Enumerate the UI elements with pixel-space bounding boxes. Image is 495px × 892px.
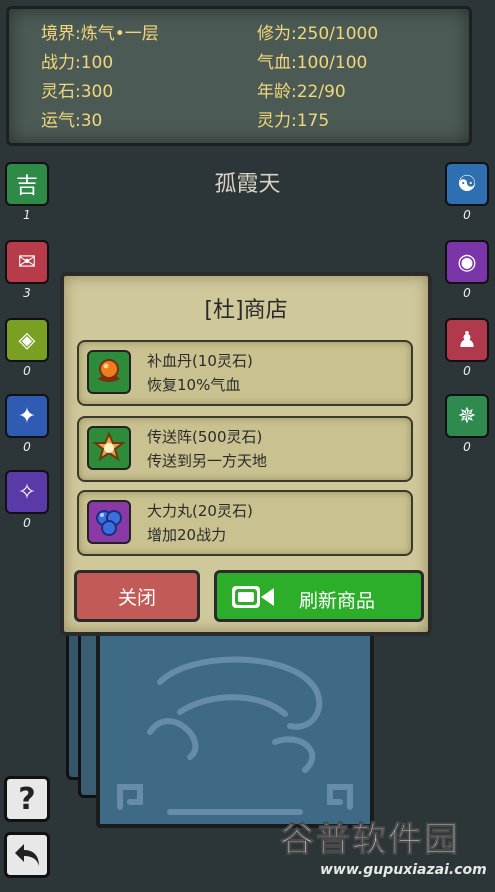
item-desc: 传送到另一方天地 [147, 452, 268, 470]
shop-title: [杜]商店 [204, 298, 288, 323]
beast-purple-count: 0 [23, 516, 31, 530]
beast-purple-icon[interactable]: ✧ [5, 470, 49, 514]
scroll-count: 3 [23, 286, 31, 300]
close-button[interactable]: 关闭 [74, 570, 200, 622]
stat-spirit: 灵力:175 [257, 111, 330, 131]
watermark-title: 谷普软件园 [280, 820, 460, 861]
side-item-orb[interactable]: ◉ 0 [444, 240, 490, 302]
watermark-url: www.gupuxiazai.com [320, 862, 487, 878]
side-item-array[interactable]: ✵ 0 [444, 394, 490, 456]
scroll-icon[interactable]: ✉ [5, 240, 49, 284]
side-item-fortune[interactable]: 吉 1 [4, 162, 50, 224]
side-item-bag[interactable]: ◈ 0 [4, 318, 50, 380]
stat-cultivation: 修为:250/1000 [257, 24, 379, 44]
side-item-cloak[interactable]: ♟ 0 [444, 318, 490, 380]
item-desc: 恢复10%气血 [147, 376, 241, 394]
stat-stones: 灵石:300 [41, 82, 114, 102]
shop-item-strength-pill[interactable]: 大力丸(20灵石) 增加20战力 [77, 490, 413, 556]
stats-panel: 境界:炼气•一层 修为:250/1000 战力:100 气血:100/100 灵… [6, 6, 472, 146]
shop-item-teleport[interactable]: 传送阵(500灵石) 传送到另一方天地 [77, 416, 413, 482]
bag-count: 0 [23, 364, 31, 378]
cloak-icon[interactable]: ♟ [445, 318, 489, 362]
stat-age: 年龄:22/90 [257, 82, 346, 102]
side-item-taiji[interactable]: ☯ 0 [444, 162, 490, 224]
teleport-icon [87, 426, 131, 470]
array-count: 0 [463, 440, 471, 454]
stat-luck: 运气:30 [41, 111, 103, 131]
video-camera-icon [232, 586, 274, 608]
taiji-icon[interactable]: ☯ [445, 162, 489, 206]
side-item-scroll[interactable]: ✉ 3 [4, 240, 50, 302]
dragon-pattern-icon [117, 656, 353, 815]
back-button[interactable] [4, 832, 50, 878]
array-icon[interactable]: ✵ [445, 394, 489, 438]
item-name: 大力丸(20灵石) [147, 502, 253, 520]
refresh-goods-label: 刷新商品 [299, 590, 376, 612]
item-name: 传送阵(500灵石) [147, 428, 263, 446]
item-desc: 增加20战力 [147, 526, 227, 544]
stat-realm: 境界:炼气•一层 [41, 24, 159, 44]
cloak-count: 0 [463, 364, 471, 378]
bag-icon[interactable]: ◈ [5, 318, 49, 362]
side-item-beast-purple[interactable]: ✧ 0 [4, 470, 50, 532]
taiji-count: 0 [463, 208, 471, 222]
refresh-goods-button[interactable]: 刷新商品 [214, 570, 424, 622]
card-front[interactable] [96, 618, 374, 828]
item-name: 补血丹(10灵石) [147, 352, 253, 370]
help-button[interactable]: ? [4, 776, 50, 822]
stat-hp: 气血:100/100 [257, 53, 368, 73]
beast-blue-icon[interactable]: ✦ [5, 394, 49, 438]
shop-item-blood-pill[interactable]: 补血丹(10灵石) 恢复10%气血 [77, 340, 413, 406]
pill-icon [87, 350, 131, 394]
side-item-beast-blue[interactable]: ✦ 0 [4, 394, 50, 456]
watermark: 谷普软件园 www.gupuxiazai.com [276, 810, 492, 890]
orb-icon[interactable]: ◉ [445, 240, 489, 284]
strength-icon [87, 500, 131, 544]
orb-count: 0 [463, 286, 471, 300]
beast-blue-count: 0 [23, 440, 31, 454]
shop-dialog: [杜]商店 补血丹(10灵石) 恢复10%气血 传送阵(500灵石) 传送到另一… [60, 272, 432, 636]
fortune-count: 1 [23, 208, 31, 222]
back-arrow-icon [15, 844, 39, 866]
location-title: 孤霞天 [214, 172, 281, 197]
fortune-icon[interactable]: 吉 [5, 162, 49, 206]
stat-power: 战力:100 [41, 53, 114, 73]
